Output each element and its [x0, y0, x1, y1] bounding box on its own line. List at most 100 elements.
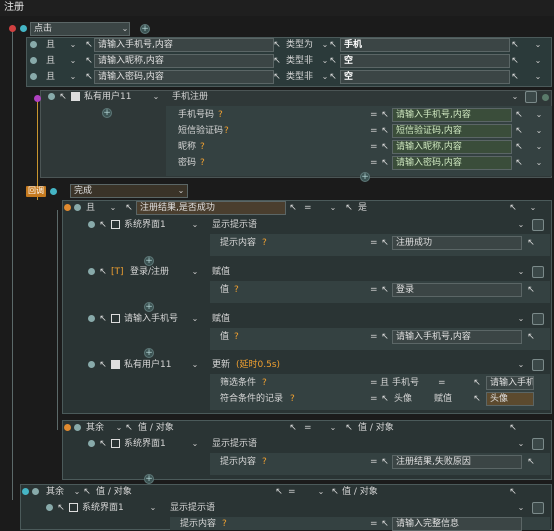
condition-value[interactable]: 是	[358, 201, 367, 215]
cursor-icon[interactable]: ↖	[510, 55, 520, 67]
success-condition-row[interactable]: 且 ⌄ ↖ 注册结果,是否成功 ↖ = ⌄ ↖ 是 ↖ ⌄	[62, 201, 552, 215]
condition-join[interactable]: 且	[46, 70, 55, 84]
condition-op[interactable]: 类型为	[286, 38, 313, 52]
cursor-icon[interactable]: ↖	[508, 202, 518, 214]
cursor-icon[interactable]: ↖	[328, 55, 338, 67]
add-action-button[interactable]: +	[144, 474, 154, 484]
cursor-icon[interactable]: ↖	[380, 518, 390, 530]
chevron-down-icon[interactable]: ⌄	[516, 359, 526, 371]
cursor-icon[interactable]: ↖	[380, 141, 390, 153]
cursor-icon[interactable]: ↖	[380, 284, 390, 296]
chevron-down-icon[interactable]: ⌄	[120, 23, 130, 35]
record-op[interactable]: 赋值	[434, 392, 452, 406]
trigger-row[interactable]: 点击 ⌄ +	[0, 22, 554, 36]
cursor-icon[interactable]: ↖	[84, 71, 94, 83]
condition-row[interactable]: 且 ⌄ ↖ 请输入昵称,内容 ↖ 类型非 ⌄ ↖ 空 ↖ ⌄	[28, 54, 548, 68]
cursor-icon[interactable]: ↖	[380, 456, 390, 468]
param-value[interactable]: 登录	[392, 283, 522, 297]
cursor-icon[interactable]: ↖	[380, 109, 390, 121]
chevron-down-icon[interactable]: ⌄	[190, 313, 200, 325]
cursor-icon[interactable]: ↖	[272, 71, 282, 83]
cursor-icon[interactable]: ↖	[124, 422, 134, 434]
cursor-icon[interactable]: ↖	[510, 71, 520, 83]
cursor-icon[interactable]: ↖	[272, 55, 282, 67]
cursor-icon[interactable]: ↖	[328, 39, 338, 51]
cursor-icon[interactable]: ↖	[472, 377, 482, 389]
condition-op[interactable]: =	[304, 201, 312, 215]
param-value[interactable]: 请输入手机号,内容	[392, 330, 522, 344]
cursor-icon[interactable]: ↖	[344, 202, 354, 214]
cursor-icon[interactable]: ↖	[510, 39, 520, 51]
chevron-down-icon[interactable]: ⌄	[72, 486, 82, 498]
chevron-down-icon[interactable]: ⌄	[534, 141, 544, 153]
trigger-select[interactable]: 点击	[30, 22, 130, 36]
cursor-icon[interactable]: ↖	[526, 456, 536, 468]
add-action-button[interactable]: +	[144, 348, 154, 358]
chevron-down-icon[interactable]: ⌄	[528, 202, 538, 214]
param-value[interactable]: 请输入手机号,内容	[392, 108, 512, 122]
condition-op[interactable]: 类型非	[286, 70, 313, 84]
chevron-down-icon[interactable]: ⌄	[516, 502, 526, 514]
condition-input[interactable]: 请输入手机号,内容	[94, 38, 274, 52]
chevron-down-icon[interactable]: ⌄	[176, 185, 186, 197]
cursor-icon[interactable]: ↖	[344, 422, 354, 434]
outer-else-condition-row[interactable]: 其余 ⌄ ↖ 值 / 对象 ↖ = ⌄ ↖ 值 / 对象 ↖	[20, 485, 552, 499]
record-row[interactable]: 符合条件的记录 ? = ↖ 头像 赋值 ↖ 头像	[220, 392, 550, 406]
toggle-icon[interactable]	[532, 359, 544, 371]
filter-join[interactable]: 且	[380, 376, 389, 390]
cursor-icon[interactable]: ↖	[98, 359, 108, 371]
param-value[interactable]: 注册成功	[392, 236, 522, 250]
chevron-down-icon[interactable]: ⌄	[534, 125, 544, 137]
condition-row[interactable]: 且 ⌄ ↖ 请输入手机号,内容 ↖ 类型为 ⌄ ↖ 手机 ↖ ⌄	[28, 38, 548, 52]
param-row[interactable]: 提示内容 ? = ↖ 注册成功 ↖	[220, 236, 550, 250]
register-action-label[interactable]: 手机注册	[172, 90, 208, 104]
cursor-icon[interactable]: ↖	[514, 157, 524, 169]
cursor-icon[interactable]: ↖	[272, 39, 282, 51]
cursor-icon[interactable]: ↖	[288, 202, 298, 214]
chevron-down-icon[interactable]: ⌄	[68, 39, 78, 51]
cursor-icon[interactable]: ↖	[84, 39, 94, 51]
param-row[interactable]: 昵称 ? = ↖ 请输入昵称,内容 ↖ ⌄	[178, 140, 550, 154]
chevron-down-icon[interactable]: ⌄	[190, 266, 200, 278]
cursor-icon[interactable]: ↖	[288, 422, 298, 434]
action-label[interactable]: 赋值	[212, 265, 230, 279]
param-row[interactable]: 提示内容 ? = ↖ 请输入完整信息	[180, 517, 550, 531]
chevron-down-icon[interactable]: ⌄	[510, 91, 520, 103]
action-row[interactable]: ↖ 请输入手机号 ⌄ 赋值 ⌄	[86, 312, 552, 326]
cursor-icon[interactable]: ↖	[526, 331, 536, 343]
cursor-icon[interactable]: ↖	[82, 486, 92, 498]
condition-input[interactable]: 请输入昵称,内容	[94, 54, 274, 68]
condition-value[interactable]: 空	[340, 54, 510, 68]
chevron-down-icon[interactable]: ⌄	[114, 422, 124, 434]
param-value[interactable]: 注册结果,失败原因	[392, 455, 522, 469]
param-row[interactable]: 密码 ? = ↖ 请输入密码,内容 ↖ ⌄	[178, 156, 550, 170]
filter-field[interactable]: 手机号	[392, 376, 419, 390]
register-target[interactable]: ↖ 私有用户11 ⌄	[46, 90, 166, 104]
cursor-icon[interactable]: ↖	[380, 331, 390, 343]
chevron-down-icon[interactable]: ⌄	[533, 71, 543, 83]
condition-row[interactable]: 且 ⌄ ↖ 请输入密码,内容 ↖ 类型非 ⌄ ↖ 空 ↖ ⌄	[28, 70, 548, 84]
chevron-down-icon[interactable]: ⌄	[316, 486, 326, 498]
filter-row[interactable]: 筛选条件 ? = 且 手机号 = ↖ 请输入手机号	[220, 376, 550, 390]
param-value[interactable]: 请输入完整信息	[392, 517, 522, 531]
condition-op[interactable]: =	[288, 485, 296, 499]
condition-input[interactable]: 请输入密码,内容	[94, 70, 274, 84]
cursor-icon[interactable]: ↖	[514, 141, 524, 153]
cursor-icon[interactable]: ↖	[98, 219, 108, 231]
chevron-down-icon[interactable]: ⌄	[516, 438, 526, 450]
breakpoint-icon[interactable]	[9, 25, 16, 32]
else-condition-row[interactable]: 其余 ⌄ ↖ 值 / 对象 ↖ = ⌄ ↖ 值 / 对象 ↖	[62, 421, 552, 435]
condition-join[interactable]: 其余	[46, 485, 64, 499]
record-field[interactable]: 头像	[394, 392, 412, 406]
action-label[interactable]: 显示提示语	[212, 218, 257, 232]
cursor-icon[interactable]: ↖	[98, 313, 108, 325]
param-row[interactable]: 手机号码 ? = ↖ 请输入手机号,内容 ↖ ⌄	[178, 108, 550, 122]
toggle-icon[interactable]	[532, 313, 544, 325]
chevron-down-icon[interactable]: ⌄	[328, 422, 338, 434]
chevron-down-icon[interactable]: ⌄	[534, 109, 544, 121]
cursor-icon[interactable]: ↖	[98, 266, 108, 278]
cursor-icon[interactable]: ↖	[124, 202, 134, 214]
cursor-icon[interactable]: ↖	[380, 237, 390, 249]
cursor-icon[interactable]: ↖	[58, 91, 68, 103]
toggle-icon[interactable]	[525, 91, 537, 103]
